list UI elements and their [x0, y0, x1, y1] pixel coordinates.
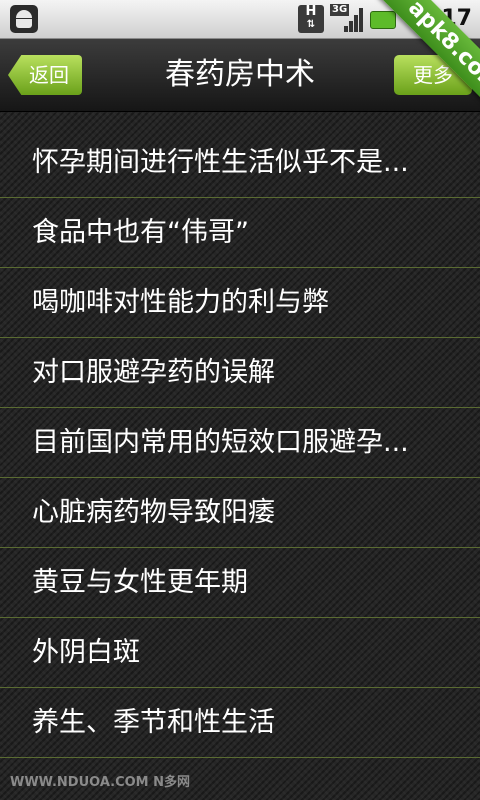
title-bar: 春药房中术 返回 更多 [0, 39, 480, 112]
android-notification-icon[interactable] [10, 5, 38, 33]
list-item[interactable]: 对口服避孕药的误解 [0, 338, 480, 408]
list-item[interactable]: 养生、季节和性生活 [0, 688, 480, 758]
list-item[interactable]: 黄豆与女性更年期 [0, 548, 480, 618]
list-item[interactable]: 心脏病药物导致阳痿 [0, 478, 480, 548]
android-head-shape [16, 10, 32, 18]
network-type-label: 3G [330, 4, 350, 16]
list-item[interactable]: 喝咖啡对性能力的利与弊 [0, 268, 480, 338]
back-button[interactable]: 返回 [8, 55, 82, 95]
footer-watermark: WWW.NDUOA.COM N多网 [10, 775, 191, 790]
signal-strength-icon: 3G [330, 4, 366, 34]
h-data-icon: H ⇅ [298, 5, 324, 33]
article-list: 怀孕期间进行性生活似乎不是... 食品中也有“伟哥” 喝咖啡对性能力的利与弊 对… [0, 128, 480, 758]
list-item[interactable]: 食品中也有“伟哥” [0, 198, 480, 268]
android-body-shape [16, 19, 32, 28]
list-item[interactable]: 外阴白斑 [0, 618, 480, 688]
list-item[interactable]: 怀孕期间进行性生活似乎不是... [0, 128, 480, 198]
h-indicator-label: H [305, 4, 317, 19]
data-arrows-icon: ⇅ [306, 19, 316, 30]
list-item[interactable]: 目前国内常用的短效口服避孕... [0, 408, 480, 478]
app-screen: H ⇅ 3G :17 春药房中术 返回 更多 怀孕期间进行性生活似乎不是... … [0, 0, 480, 800]
battery-icon [370, 11, 396, 29]
